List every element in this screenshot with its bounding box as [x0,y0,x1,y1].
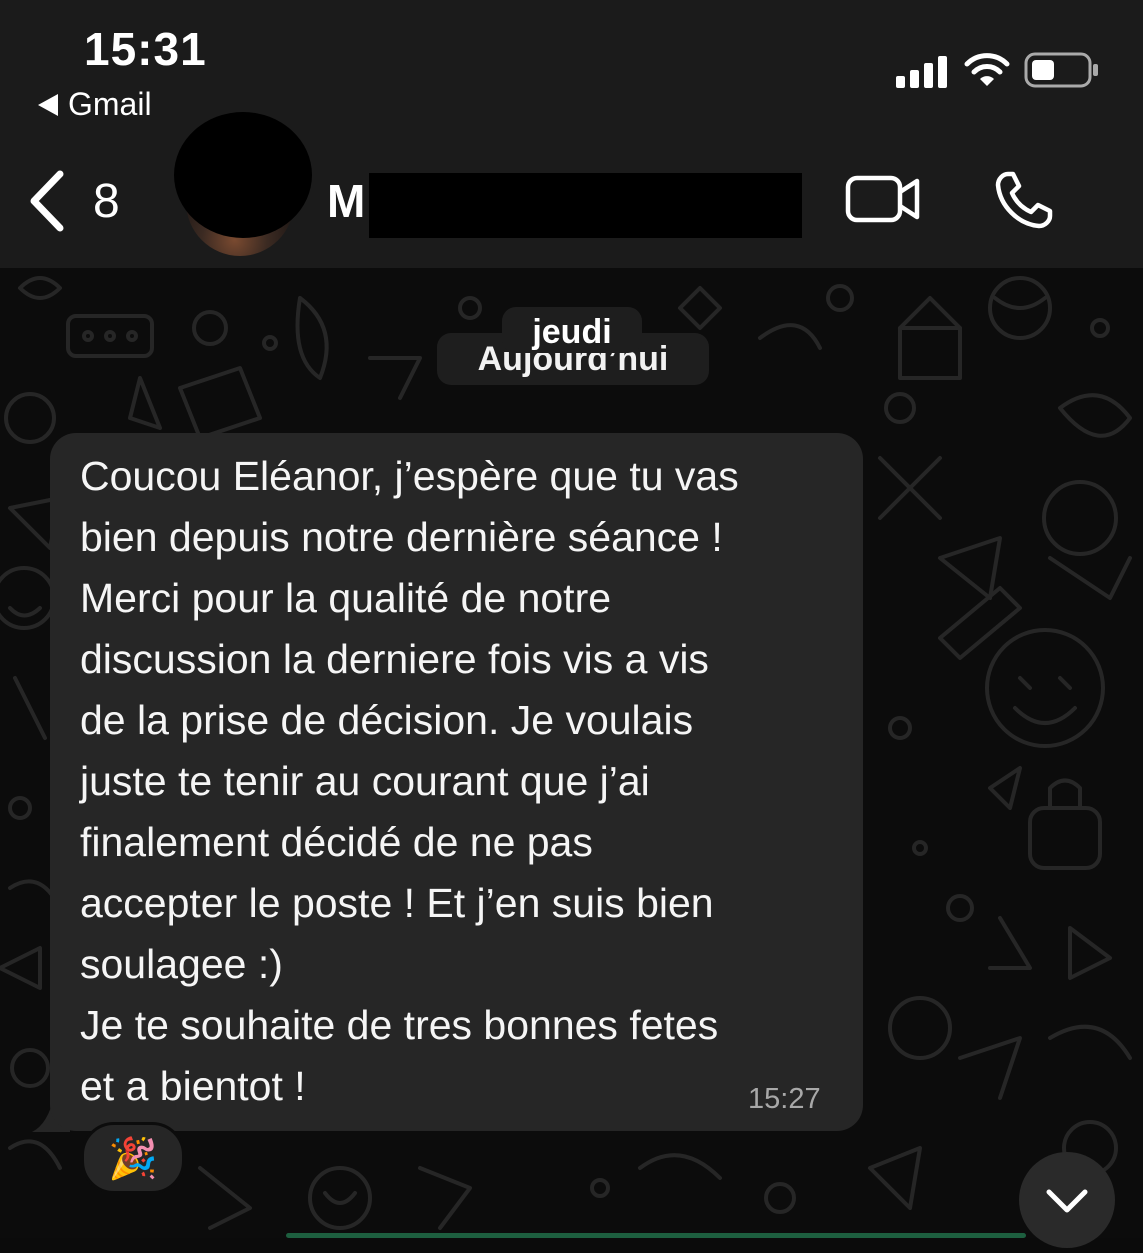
name-redaction [369,173,802,238]
avatar-redaction [174,112,312,238]
status-time: 15:31 [84,23,207,75]
message-text: Coucou Eléanor, j’espère que tu vas bien… [80,453,739,1109]
phone-call-icon[interactable] [994,170,1056,230]
back-triangle-icon [38,93,58,116]
wifi-icon [964,53,1010,86]
video-call-icon[interactable] [845,172,921,226]
message-timestamp: 15:27 [748,1083,821,1115]
date-separator-day: jeudi [532,313,612,351]
back-to-app-link[interactable]: Gmail [38,86,152,123]
contact-name[interactable]: M [327,174,365,228]
back-app-label: Gmail [68,86,152,122]
battery-icon [1024,52,1098,88]
chat-header: 15:31 Gmail 8 M [0,0,1143,268]
reaction-badge[interactable]: 🎉 [81,1122,185,1194]
chevron-left-icon[interactable] [26,170,66,232]
cellular-signal-icon [896,56,947,88]
chevron-down-icon [1046,1189,1088,1213]
scroll-to-bottom-button[interactable] [1019,1152,1115,1248]
party-popper-icon: 🎉 [108,1136,158,1181]
unread-count[interactable]: 8 [93,174,120,229]
bottom-accent-line [286,1233,1026,1238]
